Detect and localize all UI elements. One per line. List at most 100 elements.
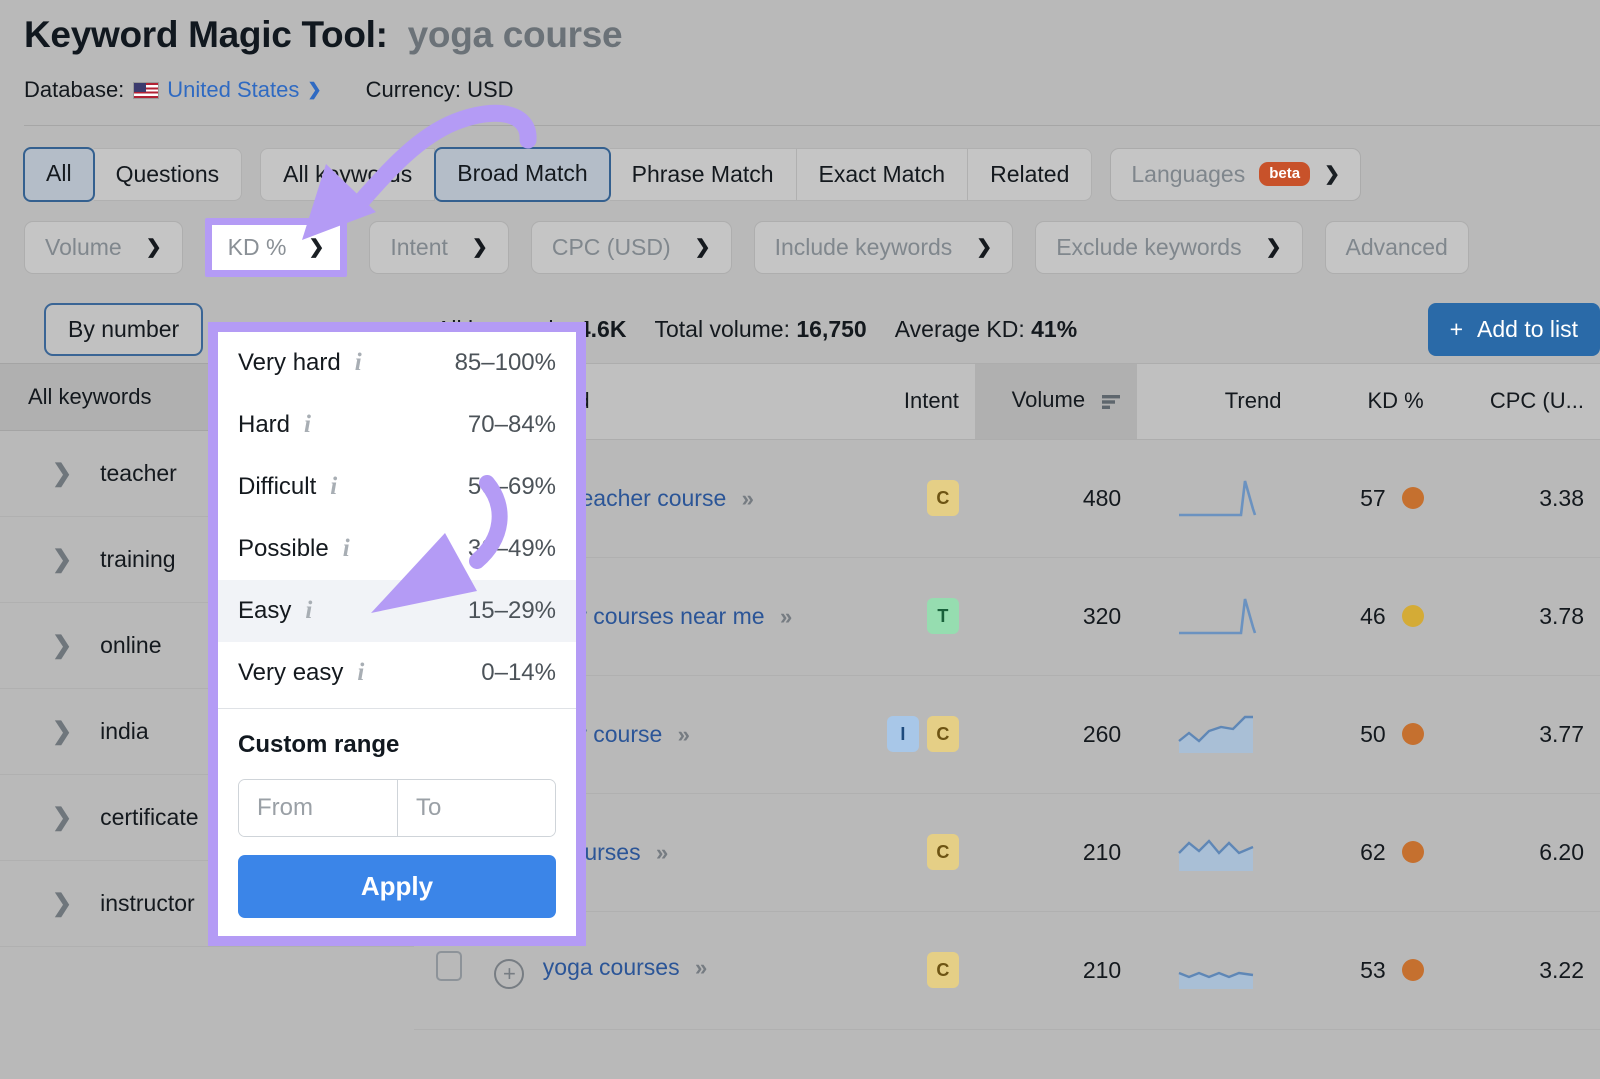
- intent-badge-commercial[interactable]: C: [927, 952, 959, 988]
- filter-bar: Volume ❯ KD % ❯ Intent ❯ CPC (USD) ❯ Inc…: [0, 201, 1600, 277]
- page-header: Keyword Magic Tool: yoga course Database…: [0, 0, 1600, 126]
- cell-intent: C: [855, 439, 975, 557]
- double-chevron-icon[interactable]: »: [780, 604, 792, 629]
- double-chevron-icon[interactable]: »: [678, 722, 690, 747]
- table-header-row: Keyword Intent Volume Trend KD % CPC (U.…: [414, 363, 1600, 439]
- cell-trend: [1137, 793, 1297, 911]
- apply-button[interactable]: Apply: [238, 855, 556, 918]
- info-icon[interactable]: i: [305, 597, 312, 625]
- filter-kd-label: KD %: [228, 234, 287, 261]
- filter-volume[interactable]: Volume ❯: [24, 221, 183, 274]
- trend-sparkline: [1153, 711, 1281, 757]
- kd-status-dot: [1402, 487, 1424, 509]
- languages-dropdown[interactable]: Languages beta ❯: [1110, 148, 1361, 201]
- tab-phrase-match[interactable]: Phrase Match: [610, 148, 797, 201]
- currency-label: Currency: USD: [366, 77, 514, 103]
- cell-cpc: 3.77: [1440, 675, 1600, 793]
- kd-option-difficult[interactable]: Difficult i 50–69%: [218, 456, 576, 518]
- kd-value: 53: [1360, 957, 1386, 984]
- range-to-input[interactable]: [397, 780, 555, 836]
- cell-trend: [1137, 557, 1297, 675]
- kd-status-dot: [1402, 841, 1424, 863]
- table-row[interactable]: online yoga courses » C 210: [414, 793, 1600, 911]
- chevron-right-icon: ❯: [52, 545, 72, 574]
- summary-stats-row: All keywords: 4.6K Total volume: 16,750 …: [414, 297, 1600, 363]
- cell-volume: 320: [975, 557, 1137, 675]
- sort-by-number-button[interactable]: By number: [44, 303, 203, 356]
- chevron-down-icon: ❯: [146, 236, 162, 259]
- table-row[interactable]: yoga training teacher course » C 480 57: [414, 439, 1600, 557]
- cell-volume: 480: [975, 439, 1137, 557]
- column-header-cpc[interactable]: CPC (U...: [1440, 363, 1600, 439]
- custom-range-inputs: [238, 779, 556, 837]
- stat-volume-value: 16,750: [796, 316, 866, 342]
- add-to-list-button[interactable]: + Add to list: [1428, 303, 1600, 356]
- chevron-down-icon: ❯: [472, 236, 488, 259]
- cell-intent: C: [855, 911, 975, 1029]
- cell-cpc: 3.78: [1440, 557, 1600, 675]
- chevron-right-icon: ❯: [52, 803, 72, 832]
- info-icon[interactable]: i: [357, 659, 364, 687]
- tab-questions[interactable]: Questions: [94, 148, 243, 201]
- intent-badge-informational[interactable]: I: [887, 716, 919, 752]
- tab-all[interactable]: All: [23, 147, 95, 202]
- double-chevron-icon[interactable]: »: [695, 955, 707, 980]
- column-header-intent[interactable]: Intent: [855, 363, 975, 439]
- row-checkbox[interactable]: [436, 951, 462, 981]
- info-icon[interactable]: i: [330, 473, 337, 501]
- trend-sparkline: [1153, 947, 1281, 993]
- kd-option-hard[interactable]: Hard i 70–84%: [218, 394, 576, 456]
- cell-kd: 50: [1297, 675, 1439, 793]
- match-tab-bar: All Questions All keywords Broad Match P…: [0, 126, 1600, 201]
- cell-volume: 260: [975, 675, 1137, 793]
- chevron-right-icon: ❯: [52, 717, 72, 746]
- tab-all-keywords[interactable]: All keywords: [260, 148, 435, 201]
- kd-option-possible[interactable]: Possible i 30–49%: [218, 518, 576, 580]
- tab-broad-match[interactable]: Broad Match: [434, 147, 610, 202]
- filter-include-keywords[interactable]: Include keywords ❯: [754, 221, 1014, 274]
- sort-descending-icon: [1101, 390, 1121, 416]
- kd-option-very-easy[interactable]: Very easy i 0–14%: [218, 642, 576, 704]
- info-icon[interactable]: i: [343, 535, 350, 563]
- filter-kd[interactable]: KD % ❯: [212, 225, 341, 270]
- header-divider: [24, 125, 1600, 126]
- double-chevron-icon[interactable]: »: [742, 486, 754, 511]
- intent-badge-commercial[interactable]: C: [927, 834, 959, 870]
- kd-option-very-hard[interactable]: Very hard i 85–100%: [218, 332, 576, 394]
- info-icon[interactable]: i: [304, 411, 311, 439]
- table-row[interactable]: yoga instructor courses near me » T 320 …: [414, 557, 1600, 675]
- chevron-right-icon: ❯: [52, 889, 72, 918]
- database-value[interactable]: United States: [167, 77, 299, 103]
- sidebar-item-label: india: [100, 718, 149, 745]
- custom-range-section: Custom range Apply: [218, 709, 576, 936]
- intent-badge-commercial[interactable]: C: [927, 480, 959, 516]
- column-header-volume[interactable]: Volume: [975, 363, 1137, 439]
- table-row[interactable]: yoga instructor course » I C 260: [414, 675, 1600, 793]
- column-header-kd[interactable]: KD %: [1297, 363, 1439, 439]
- tab-related[interactable]: Related: [968, 148, 1092, 201]
- table-row[interactable]: + yoga courses » C 210: [414, 911, 1600, 1029]
- intent-badge-commercial[interactable]: C: [927, 716, 959, 752]
- page-title: Keyword Magic Tool: yoga course: [24, 14, 1600, 57]
- plus-icon: +: [1450, 316, 1463, 343]
- filter-intent[interactable]: Intent ❯: [369, 221, 508, 274]
- filter-advanced[interactable]: Advanced: [1325, 221, 1469, 274]
- kd-option-easy[interactable]: Easy i 15–29%: [218, 580, 576, 642]
- filter-cpc-label: CPC (USD): [552, 234, 671, 261]
- cell-kd: 57: [1297, 439, 1439, 557]
- double-chevron-icon[interactable]: »: [656, 840, 668, 865]
- info-icon[interactable]: i: [355, 349, 362, 377]
- filter-exclude-keywords[interactable]: Exclude keywords ❯: [1035, 221, 1302, 274]
- custom-range-title: Custom range: [238, 731, 556, 759]
- filter-cpc[interactable]: CPC (USD) ❯: [531, 221, 732, 274]
- column-header-trend[interactable]: Trend: [1137, 363, 1297, 439]
- intent-badge-transactional[interactable]: T: [927, 598, 959, 634]
- cell-kd: 62: [1297, 793, 1439, 911]
- kd-filter-dropdown: Very hard i 85–100% Hard i 70–84% Diffic…: [208, 322, 586, 946]
- tab-exact-match[interactable]: Exact Match: [797, 148, 969, 201]
- chevron-down-icon[interactable]: ❯: [307, 80, 321, 100]
- add-keyword-icon[interactable]: +: [494, 959, 524, 989]
- cell-trend: [1137, 675, 1297, 793]
- keyword-link[interactable]: yoga courses: [543, 954, 680, 980]
- range-from-input[interactable]: [239, 780, 397, 836]
